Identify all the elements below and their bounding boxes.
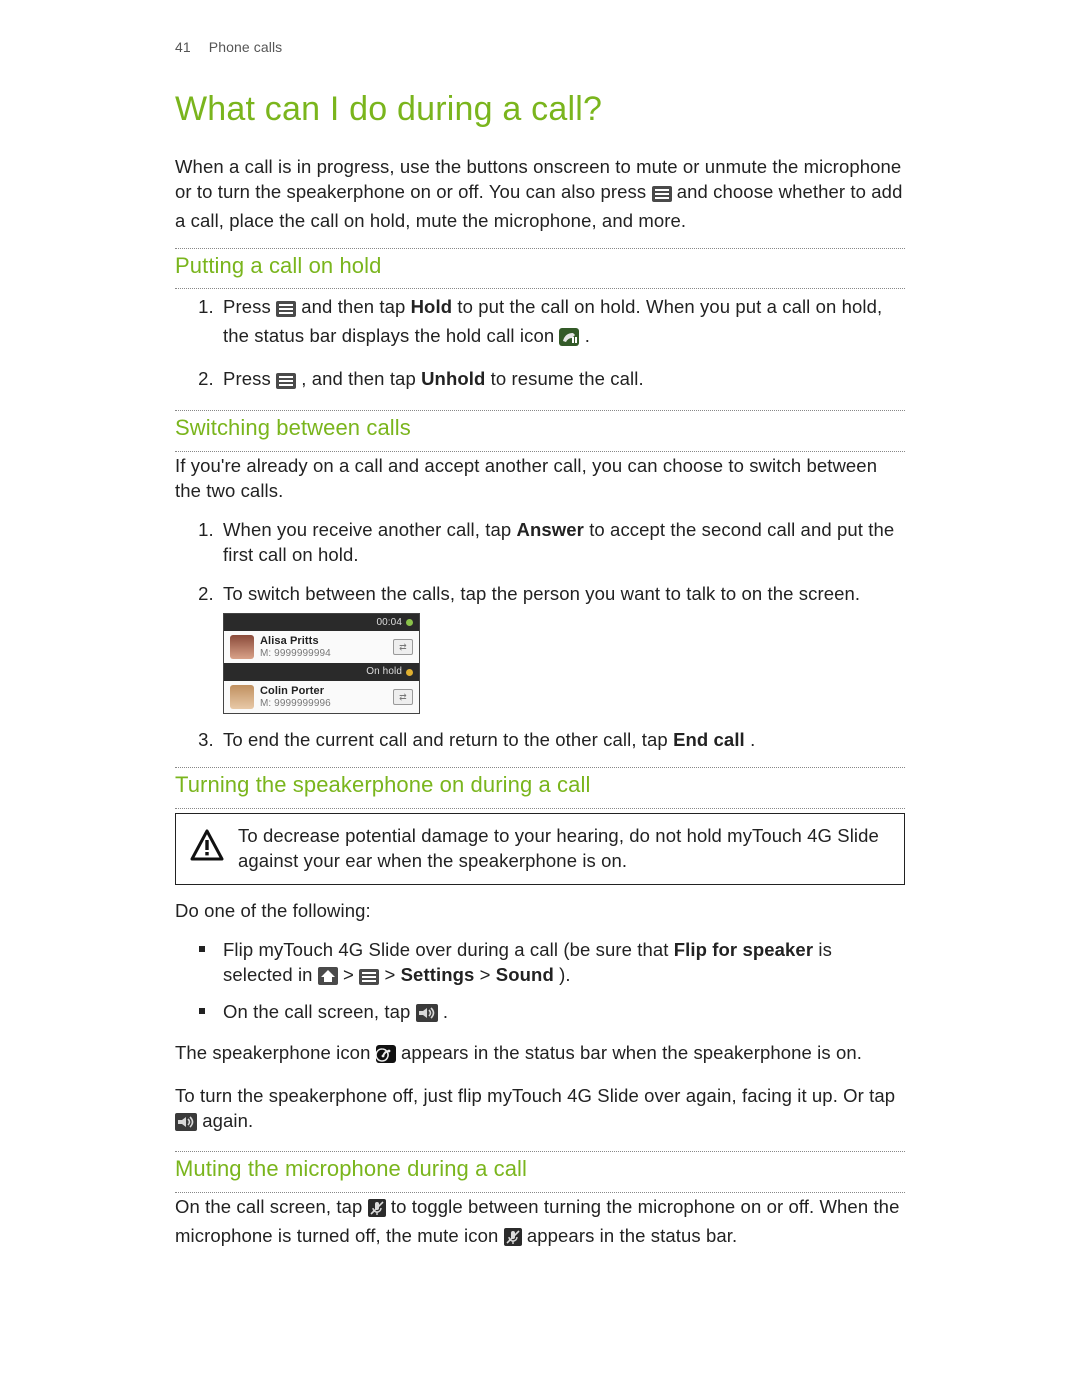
section-divider bbox=[175, 808, 905, 809]
swap-icon: ⇄ bbox=[393, 689, 413, 705]
avatar bbox=[230, 685, 254, 709]
mute-paragraph: On the call screen, tap to toggle betwee… bbox=[175, 1195, 905, 1253]
running-header: 41 Phone calls bbox=[175, 38, 905, 57]
caller-name: Colin Porter bbox=[260, 685, 387, 698]
caller-number: M: 9999999994 bbox=[260, 648, 387, 660]
caller-number: M: 9999999996 bbox=[260, 698, 387, 710]
menu-icon bbox=[276, 299, 296, 324]
call-switch-mock: 00:04 Alisa Pritts M: 9999999994 ⇄ On ho… bbox=[223, 613, 420, 714]
avatar bbox=[230, 635, 254, 659]
section-divider bbox=[175, 248, 905, 249]
call-row-2: Colin Porter M: 9999999996 ⇄ bbox=[224, 681, 419, 713]
call-mock-status-hold: On hold bbox=[224, 663, 419, 681]
switch-steps: When you receive another call, tap Answe… bbox=[175, 518, 905, 753]
page-title: What can I do during a call? bbox=[175, 87, 905, 133]
mute-icon bbox=[368, 1199, 386, 1224]
speaker-active-icon bbox=[376, 1045, 396, 1070]
hold-step-1: Press and then tap Hold to put the call … bbox=[219, 295, 905, 353]
section-divider bbox=[175, 288, 905, 289]
section-title-mute: Muting the microphone during a call bbox=[175, 1154, 905, 1184]
section-title-hold: Putting a call on hold bbox=[175, 251, 905, 281]
page-number: 41 bbox=[175, 39, 191, 55]
hold-dot-icon bbox=[406, 669, 413, 676]
hold-steps: Press and then tap Hold to put the call … bbox=[175, 295, 905, 396]
caution-text: To decrease potential damage to your hea… bbox=[238, 824, 892, 874]
call-row-1: Alisa Pritts M: 9999999994 ⇄ bbox=[224, 631, 419, 663]
swap-icon: ⇄ bbox=[393, 639, 413, 655]
intro-paragraph: When a call is in progress, use the butt… bbox=[175, 155, 905, 234]
section-title-switch: Switching between calls bbox=[175, 413, 905, 443]
menu-icon bbox=[276, 371, 296, 396]
onhold-label: On hold bbox=[366, 665, 402, 679]
switch-step-1: When you receive another call, tap Answe… bbox=[219, 518, 905, 568]
caution-box: To decrease potential damage to your hea… bbox=[175, 813, 905, 885]
active-dot-icon bbox=[406, 619, 413, 626]
manual-page: 41 Phone calls What can I do during a ca… bbox=[0, 0, 1080, 1397]
speaker-icon bbox=[175, 1113, 197, 1138]
call-timer: 00:04 bbox=[376, 616, 402, 630]
hold-step-2: Press , and then tap Unhold to resume th… bbox=[219, 367, 905, 396]
speaker-bullets: Flip myTouch 4G Slide over during a call… bbox=[175, 938, 905, 1029]
speaker-after-1: The speakerphone icon appears in the sta… bbox=[175, 1041, 905, 1070]
flip-keyword: Flip for speaker bbox=[674, 939, 813, 960]
speaker-icon bbox=[416, 1004, 438, 1029]
caution-icon bbox=[190, 829, 224, 868]
speaker-bullet-1: Flip myTouch 4G Slide over during a call… bbox=[219, 938, 905, 992]
answer-keyword: Answer bbox=[517, 519, 584, 540]
caller-name: Alisa Pritts bbox=[260, 635, 387, 648]
switch-step-2: To switch between the calls, tap the per… bbox=[219, 582, 905, 714]
hold-call-icon bbox=[559, 328, 579, 353]
switch-step-3: To end the current call and return to th… bbox=[219, 728, 905, 753]
call-mock-status-active: 00:04 bbox=[224, 614, 419, 632]
chapter-name: Phone calls bbox=[209, 39, 282, 55]
home-icon bbox=[318, 967, 338, 992]
section-divider bbox=[175, 767, 905, 768]
endcall-keyword: End call bbox=[673, 729, 745, 750]
switch-intro: If you're already on a call and accept a… bbox=[175, 454, 905, 504]
section-divider bbox=[175, 1151, 905, 1152]
speaker-after-2: To turn the speakerphone off, just flip … bbox=[175, 1084, 905, 1138]
speaker-lead: Do one of the following: bbox=[175, 899, 905, 924]
hold-keyword: Hold bbox=[411, 296, 453, 317]
sound-keyword: Sound bbox=[496, 964, 554, 985]
speaker-bullet-2: On the call screen, tap . bbox=[219, 1000, 905, 1029]
section-divider bbox=[175, 1192, 905, 1193]
unhold-keyword: Unhold bbox=[421, 368, 485, 389]
section-divider bbox=[175, 410, 905, 411]
mute-icon bbox=[504, 1228, 522, 1253]
section-divider bbox=[175, 451, 905, 452]
menu-icon bbox=[359, 967, 379, 992]
menu-icon bbox=[652, 184, 672, 209]
section-title-speaker: Turning the speakerphone on during a cal… bbox=[175, 770, 905, 800]
settings-keyword: Settings bbox=[401, 964, 475, 985]
